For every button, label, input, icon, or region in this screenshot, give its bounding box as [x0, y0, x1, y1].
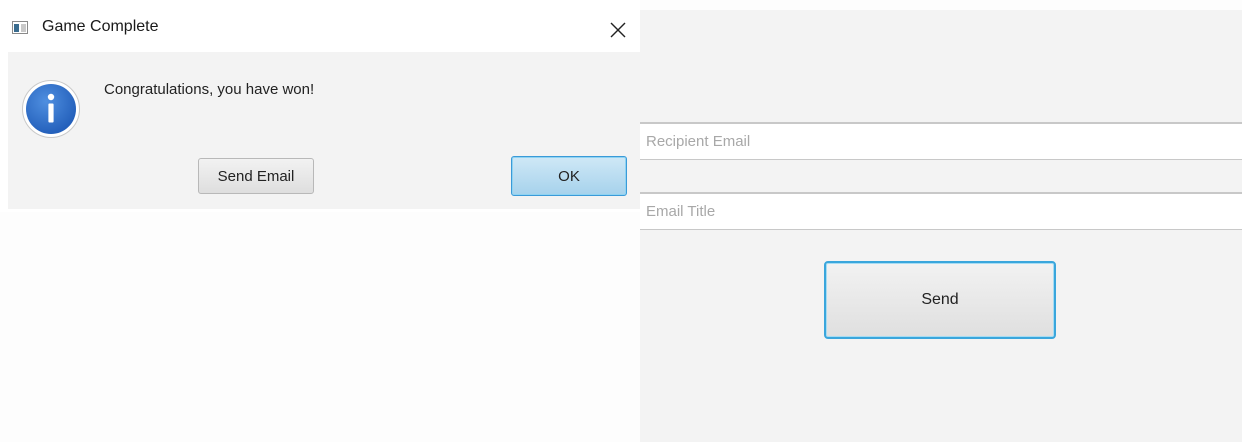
- close-icon: [610, 22, 626, 38]
- dialog-titlebar[interactable]: Game Complete: [0, 0, 640, 52]
- ok-button[interactable]: OK: [511, 156, 627, 196]
- email-form: Send: [640, 10, 1242, 442]
- recipient-email-input[interactable]: [640, 122, 1242, 160]
- dialog-title: Game Complete: [42, 18, 159, 35]
- dialog-message: Congratulations, you have won!: [104, 81, 315, 98]
- close-button[interactable]: [604, 16, 632, 44]
- send-button[interactable]: Send: [824, 261, 1056, 339]
- info-icon: [21, 79, 81, 139]
- send-email-button[interactable]: Send Email: [198, 158, 314, 194]
- screen: Game Complete Congratulations, you have …: [0, 0, 1242, 442]
- java-app-icon: [12, 21, 28, 34]
- game-complete-dialog: Game Complete Congratulations, you have …: [0, 0, 640, 212]
- email-title-input[interactable]: [640, 192, 1242, 230]
- dialog-body: Congratulations, you have won! Send Emai…: [8, 52, 640, 209]
